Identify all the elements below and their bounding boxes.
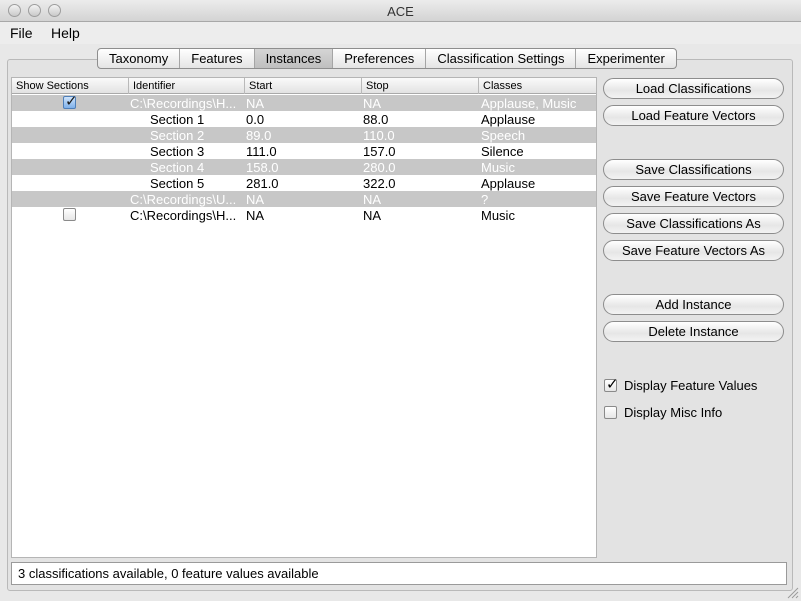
cell-identifier[interactable]: Section 4 <box>150 159 204 175</box>
table-row[interactable]: C:\Recordings\U... NA NA? <box>12 191 596 207</box>
column-header-classes[interactable]: Classes <box>479 78 596 94</box>
checkmark-icon: ✓ <box>606 376 619 393</box>
table-row[interactable]: Section 5 281.0 322.0 Applause <box>12 175 596 191</box>
table-row[interactable]: Section 2 89.0 110.0 Speech <box>12 127 596 143</box>
show-sections-checkbox[interactable]: ✓ <box>63 93 78 110</box>
save-classifications-as-button[interactable]: Save Classifications As <box>603 213 784 234</box>
cell-start[interactable]: NA <box>246 95 264 111</box>
load-feature-vectors-button[interactable]: Load Feature Vectors <box>603 105 784 126</box>
cell-identifier[interactable]: C:\Recordings\H... <box>130 207 236 223</box>
load-classifications-button[interactable]: Load Classifications <box>603 78 784 99</box>
checkbox-box[interactable]: ✓ <box>604 376 619 393</box>
tab-instances[interactable]: Instances <box>254 49 334 68</box>
checkbox-label: Display Misc Info <box>624 405 723 420</box>
cell-stop[interactable]: 110.0 <box>363 127 395 143</box>
checkbox-box[interactable] <box>604 406 617 419</box>
tab-taxonomy[interactable]: Taxonomy <box>98 49 181 68</box>
table-row[interactable]: Section 4 158.0 280.0 Music <box>12 159 596 175</box>
checkbox-label: Display Feature Values <box>624 378 758 393</box>
cell-classes[interactable]: Music <box>481 159 515 175</box>
cell-stop[interactable]: NA <box>363 207 381 223</box>
tab-preferences[interactable]: Preferences <box>333 49 427 68</box>
cell-start[interactable]: NA <box>246 191 264 207</box>
tab-strip: Taxonomy Features Instances Preferences … <box>97 48 677 69</box>
cell-start[interactable]: 89.0 <box>246 127 271 143</box>
table-row[interactable]: C:\Recordings\H... NA NA Music <box>12 207 596 223</box>
cell-stop[interactable]: 88.0 <box>363 111 388 127</box>
table-header: Show Sections Identifier Start Stop Clas… <box>12 78 596 94</box>
tab-experimenter[interactable]: Experimenter <box>576 49 675 68</box>
show-sections-checkbox[interactable] <box>63 208 76 221</box>
cell-stop[interactable]: 157.0 <box>363 143 396 159</box>
cell-stop[interactable]: 322.0 <box>363 175 396 191</box>
menu-file[interactable]: File <box>10 25 33 41</box>
cell-classes[interactable]: Applause <box>481 111 535 127</box>
cell-stop[interactable]: NA <box>363 95 381 111</box>
tab-classification-settings[interactable]: Classification Settings <box>426 49 577 68</box>
cell-identifier[interactable]: Section 2 <box>150 127 204 143</box>
cell-start[interactable]: NA <box>246 207 264 223</box>
save-feature-vectors-as-button[interactable]: Save Feature Vectors As <box>603 240 784 261</box>
cell-classes[interactable]: Speech <box>481 127 525 143</box>
column-header-stop[interactable]: Stop <box>362 78 479 94</box>
cell-start[interactable]: 158.0 <box>246 159 279 175</box>
menu-help[interactable]: Help <box>51 25 80 41</box>
cell-identifier[interactable]: Section 5 <box>150 175 204 191</box>
instances-table[interactable]: Show Sections Identifier Start Stop Clas… <box>11 77 597 558</box>
table-row[interactable]: Section 3 111.0 157.0 Silence <box>12 143 596 159</box>
cell-start[interactable]: 111.0 <box>246 143 277 159</box>
cell-start[interactable]: 0.0 <box>246 111 264 127</box>
cell-classes[interactable]: Applause, Music <box>481 95 576 111</box>
cell-classes[interactable]: Silence <box>481 143 524 159</box>
delete-instance-button[interactable]: Delete Instance <box>603 321 784 342</box>
tab-features[interactable]: Features <box>180 49 255 68</box>
table-row[interactable]: Section 1 0.0 88.0 Applause <box>12 111 596 127</box>
cell-stop[interactable]: 280.0 <box>363 159 396 175</box>
status-bar: 3 classifications available, 0 feature v… <box>11 562 787 585</box>
table-row[interactable]: ✓ C:\Recordings\H... NA NA Applause, Music <box>12 93 596 111</box>
menu-bar: File Help <box>0 22 801 44</box>
cell-start[interactable]: 281.0 <box>246 175 279 191</box>
save-classifications-button[interactable]: Save Classifications <box>603 159 784 180</box>
resize-grip-icon[interactable] <box>787 587 799 599</box>
cell-stop[interactable]: NA <box>363 191 381 207</box>
cell-identifier[interactable]: Section 1 <box>150 111 204 127</box>
cell-identifier[interactable]: C:\Recordings\H... <box>130 95 236 111</box>
column-header-start[interactable]: Start <box>245 78 362 94</box>
column-header-identifier[interactable]: Identifier <box>129 78 245 94</box>
add-instance-button[interactable]: Add Instance <box>603 294 784 315</box>
cell-classes[interactable]: ? <box>481 191 488 207</box>
cell-identifier[interactable]: C:\Recordings\U... <box>130 191 236 207</box>
cell-classes[interactable]: Applause <box>481 175 535 191</box>
title-bar: ACE <box>0 0 801 22</box>
cell-identifier[interactable]: Section 3 <box>150 143 204 159</box>
window-title: ACE <box>387 4 414 19</box>
cell-classes[interactable]: Music <box>481 207 515 223</box>
checkmark-icon: ✓ <box>65 93 78 110</box>
save-feature-vectors-button[interactable]: Save Feature Vectors <box>603 186 784 207</box>
